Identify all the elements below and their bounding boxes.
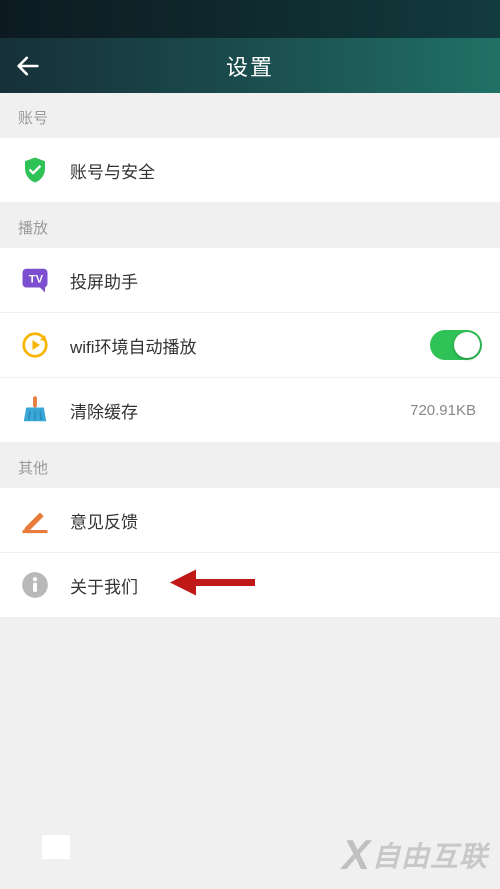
back-button[interactable] [14,52,42,80]
item-clear-cache[interactable]: 清除缓存 720.91KB [0,378,500,443]
item-cast-helper[interactable]: TV 投屏助手 [0,248,500,313]
item-wifi-autoplay[interactable]: wifi环境自动播放 [0,313,500,378]
item-label: 关于我们 [70,573,482,598]
shield-icon [20,155,50,185]
item-label: 清除缓存 [70,398,410,423]
info-icon [21,571,49,599]
section-header-other: 其他 [0,443,500,488]
svg-text:TV: TV [29,274,44,286]
header: 设置 [0,38,500,93]
item-label: 投屏助手 [70,268,482,293]
wifi-autoplay-toggle[interactable] [430,330,482,360]
status-bar [0,0,500,38]
watermark-text: 自由互联 [372,835,488,875]
watermark-logo-icon: X [342,831,370,879]
item-label: 意见反馈 [70,508,482,533]
section-header-account: 账号 [0,93,500,138]
item-feedback[interactable]: 意见反馈 [0,488,500,553]
page-title: 设置 [0,50,500,82]
feedback-icon [20,505,50,535]
annotation-arrow [170,566,260,605]
broom-icon [20,395,50,425]
back-arrow-icon [14,52,42,80]
cache-size-value: 720.91KB [410,402,476,419]
watermark: X 自由互联 [0,821,500,889]
item-about-us[interactable]: 关于我们 [0,553,500,618]
cast-icon: TV [20,265,50,295]
section-header-playback: 播放 [0,203,500,248]
item-label: wifi环境自动播放 [70,333,430,358]
item-label: 账号与安全 [70,158,482,183]
item-account-security[interactable]: 账号与安全 [0,138,500,203]
autoplay-icon [20,330,50,360]
